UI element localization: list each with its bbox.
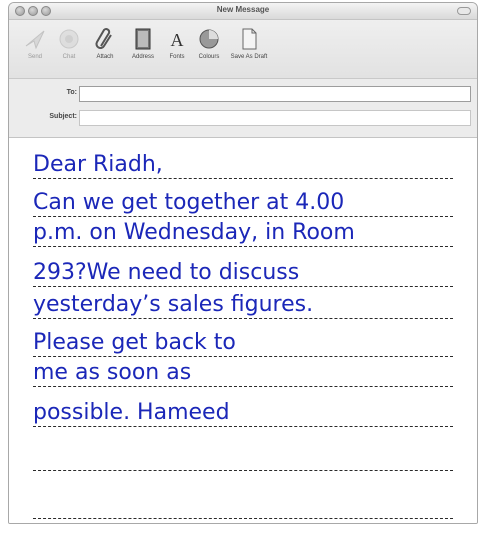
window-title: New Message	[216, 5, 270, 14]
message-line: Dear Riadh,	[33, 148, 453, 179]
toolbar-toggle-icon[interactable]	[457, 7, 471, 15]
message-line	[33, 440, 453, 471]
subject-field[interactable]	[79, 110, 471, 126]
message-line: Please get back to	[33, 326, 453, 357]
subject-label: Subject:	[49, 113, 77, 120]
message-line: Can we get together at 4.00	[33, 186, 453, 217]
attach-label: Attach	[96, 54, 114, 60]
message-line: yesterday’s sales figures.	[33, 288, 453, 319]
message-line: me as soon as	[33, 356, 453, 387]
draft-document-icon	[242, 28, 257, 50]
attach-button[interactable]: Attach	[85, 26, 125, 60]
message-line: p.m. on Wednesday, in Room	[33, 216, 453, 247]
message-line: possible. Hameed	[33, 396, 453, 427]
message-line	[33, 488, 453, 519]
to-field[interactable]	[79, 86, 471, 102]
font-icon: A	[171, 30, 184, 50]
to-label: To:	[66, 89, 77, 96]
chat-label: Chat	[62, 54, 76, 60]
toolbar: Send Chat Attach Address A Fonts Colours…	[9, 20, 477, 79]
send-icon	[25, 30, 45, 50]
chat-icon	[59, 29, 79, 49]
header-fields: To: Subject:	[9, 79, 477, 138]
chat-button[interactable]: Chat	[49, 26, 89, 60]
address-book-icon	[135, 28, 151, 50]
color-wheel-icon	[199, 29, 219, 49]
paperclip-icon	[95, 28, 112, 49]
title-bar: New Message	[9, 3, 477, 20]
subject-row: Subject:	[9, 109, 477, 131]
svg-text:A: A	[171, 30, 184, 50]
to-row: To:	[9, 85, 477, 107]
message-body[interactable]: Dear Riadh, Can we get together at 4.00 …	[9, 138, 477, 523]
save-as-draft-button[interactable]: Save As Draft	[223, 26, 275, 60]
message-line: 293?We need to discuss	[33, 256, 453, 287]
save-as-draft-label: Save As Draft	[230, 54, 268, 60]
mail-window: New Message Send Chat Attach Address A F…	[8, 2, 478, 524]
